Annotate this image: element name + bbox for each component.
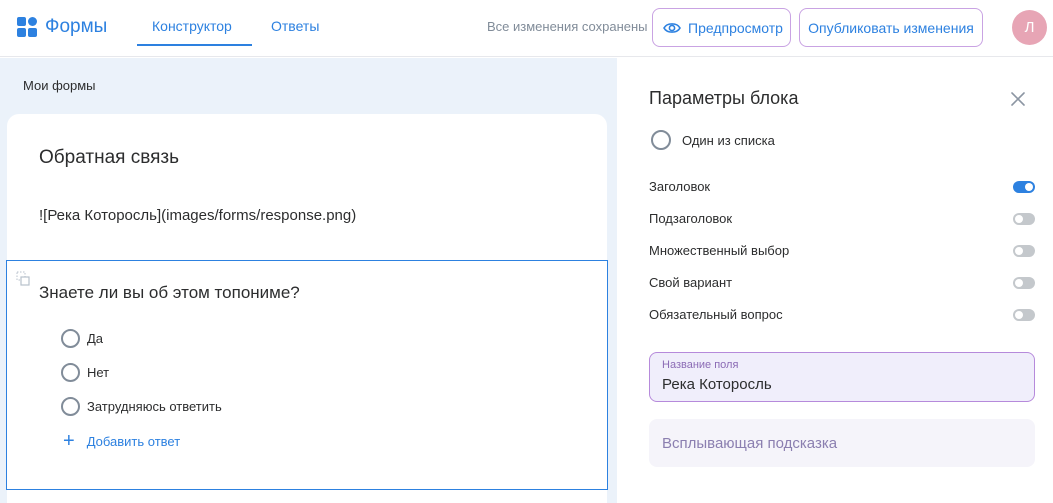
setting-own-option: Свой вариант bbox=[649, 275, 1035, 290]
radio-icon bbox=[61, 397, 80, 416]
publish-label: Опубликовать изменения bbox=[808, 19, 974, 36]
publish-button[interactable]: Опубликовать изменения bbox=[799, 8, 983, 47]
breadcrumb[interactable]: Мои формы bbox=[23, 78, 96, 93]
field-name-label: Название поля bbox=[662, 359, 739, 371]
drag-handle-icon[interactable] bbox=[16, 271, 30, 287]
avatar[interactable]: Л bbox=[1012, 10, 1047, 45]
block-type-selector[interactable]: Один из списка bbox=[651, 130, 775, 150]
avatar-initial: Л bbox=[1024, 19, 1035, 36]
preview-label: Предпросмотр bbox=[688, 19, 783, 36]
tooltip-input[interactable]: Всплывающая подсказка bbox=[649, 419, 1035, 467]
setting-subtitle: Подзаголовок bbox=[649, 211, 1035, 226]
answer-option[interactable]: Нет bbox=[61, 363, 109, 382]
active-tab-indicator bbox=[137, 44, 252, 46]
form-editor-area: Мои формы Обратная связь ![Река Которосл… bbox=[0, 58, 617, 503]
tab-constructor[interactable]: Конструктор bbox=[152, 18, 232, 34]
radio-icon bbox=[651, 130, 671, 150]
setting-multiple-choice: Множественный выбор bbox=[649, 243, 1035, 258]
eye-icon bbox=[663, 22, 681, 33]
radio-icon bbox=[61, 363, 80, 382]
question-block[interactable]: Знаете ли вы об этом топониме? Да Нет За… bbox=[6, 260, 608, 490]
form-title[interactable]: Обратная связь bbox=[39, 147, 179, 169]
tooltip-placeholder: Всплывающая подсказка bbox=[662, 435, 838, 452]
setting-required: Обязательный вопрос bbox=[649, 307, 1035, 322]
setting-label: Подзаголовок bbox=[649, 211, 733, 226]
setting-label: Обязательный вопрос bbox=[649, 307, 783, 322]
add-answer-button[interactable]: + Добавить ответ bbox=[63, 431, 180, 451]
tab-answers[interactable]: Ответы bbox=[271, 18, 319, 34]
field-name-input[interactable]: Название поля Река Которосль bbox=[649, 352, 1035, 402]
setting-title: Заголовок bbox=[649, 179, 1035, 194]
next-card bbox=[7, 490, 607, 503]
add-answer-label: Добавить ответ bbox=[86, 433, 181, 449]
forms-logo-icon bbox=[17, 17, 37, 37]
answer-label: Затрудняюсь ответить bbox=[87, 399, 222, 414]
app-name: Формы bbox=[45, 16, 108, 37]
panel-title: Параметры блока bbox=[649, 88, 799, 108]
own-option-toggle[interactable] bbox=[1013, 276, 1035, 289]
multiple-choice-toggle[interactable] bbox=[1013, 244, 1035, 257]
question-title[interactable]: Знаете ли вы об этом топониме? bbox=[39, 283, 300, 303]
setting-label: Заголовок bbox=[649, 179, 711, 194]
block-settings-panel: Параметры блока Один из списка Заголовок… bbox=[618, 58, 1053, 503]
top-header: Формы Конструктор Ответы Все изменения с… bbox=[0, 0, 1053, 57]
setting-label: Множественный выбор bbox=[649, 243, 790, 258]
plus-icon: + bbox=[63, 430, 75, 452]
setting-label: Свой вариант bbox=[649, 275, 733, 290]
answer-label: Да bbox=[87, 331, 104, 346]
preview-button[interactable]: Предпросмотр bbox=[652, 8, 791, 47]
app-logo[interactable]: Формы bbox=[17, 16, 107, 38]
answer-option[interactable]: Да bbox=[61, 329, 103, 348]
radio-icon bbox=[61, 329, 80, 348]
field-name-value: Река Которосль bbox=[662, 376, 772, 393]
title-toggle[interactable] bbox=[1013, 180, 1035, 193]
block-type-label: Один из списка bbox=[682, 132, 775, 148]
subtitle-toggle[interactable] bbox=[1013, 212, 1035, 225]
image-markdown: ![Река Которосль](images/forms/response.… bbox=[39, 207, 357, 224]
answer-label: Нет bbox=[87, 365, 110, 380]
save-status: Все изменения сохранены bbox=[487, 19, 648, 34]
required-toggle[interactable] bbox=[1013, 308, 1035, 321]
answer-option[interactable]: Затрудняюсь ответить bbox=[61, 397, 222, 416]
form-card: Обратная связь ![Река Которосль](images/… bbox=[6, 114, 608, 503]
close-icon[interactable] bbox=[1010, 91, 1026, 107]
